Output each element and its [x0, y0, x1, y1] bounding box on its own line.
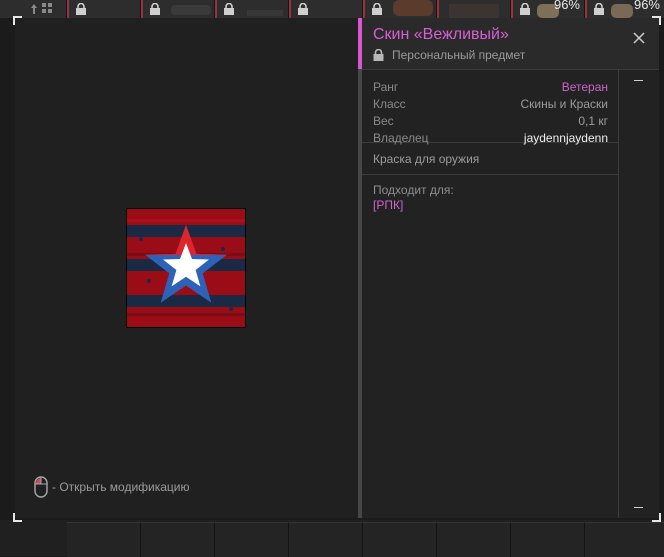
compatible-weapon: [РПК] [373, 198, 404, 212]
stat-label: Класс [373, 97, 406, 111]
lock-icon [520, 3, 530, 15]
skin-star-emblem [127, 209, 245, 327]
lock-icon [373, 49, 384, 61]
personal-item-label: Персональный предмет [392, 48, 526, 62]
compatible-title: Подходит для: [373, 183, 454, 197]
open-modification-hint: - Открыть модификацию [34, 475, 190, 499]
stat-row-class: Класс Скины и Краски [362, 95, 618, 112]
close-icon[interactable] [631, 30, 647, 46]
item-thumbnail [611, 4, 633, 18]
description-text: Краска для оружия [373, 152, 480, 166]
frame-corner [652, 16, 661, 25]
stat-row-weight: Вес 0,1 кг [362, 112, 618, 129]
slot-marker [141, 0, 143, 18]
item-thumbnail [247, 10, 283, 16]
frame-corner [652, 513, 661, 522]
grid-icon [31, 3, 52, 14]
inventory-slot[interactable] [585, 522, 664, 557]
durability-percent: 96% [633, 0, 660, 12]
inventory-slot[interactable] [289, 0, 363, 18]
scroll-down-icon[interactable] [634, 507, 643, 508]
info-scrollbar[interactable] [618, 70, 660, 518]
stat-label: Ранг [373, 80, 399, 94]
lock-icon [298, 3, 308, 15]
mouse-icon [34, 476, 48, 498]
item-stats: Ранг Ветеран Класс Скины и Краски Вес 0,… [362, 70, 618, 145]
inventory-slot[interactable] [141, 0, 215, 18]
slot-marker [511, 0, 513, 18]
item-info-panel: Скин «Вежливый» Персональный предмет Ран… [362, 18, 659, 518]
slot-marker [363, 0, 365, 18]
item-thumbnail [393, 0, 433, 16]
lock-icon [76, 3, 86, 15]
inventory-slot[interactable] [511, 522, 585, 557]
lock-icon [372, 3, 382, 15]
inventory-slot[interactable] [437, 522, 511, 557]
lock-icon [150, 3, 160, 15]
slot-marker [215, 0, 217, 18]
inventory-slot[interactable] [67, 0, 141, 18]
item-title: Скин «Вежливый» [373, 26, 509, 43]
inventory-slot[interactable] [215, 522, 289, 557]
lock-icon [224, 3, 234, 15]
durability-percent: 96% [553, 0, 580, 12]
slot-marker [585, 0, 587, 18]
stat-label: Вес [373, 114, 394, 128]
inventory-slot[interactable] [0, 0, 67, 18]
hint-text: - Открыть модификацию [52, 480, 190, 494]
frame-corner [13, 16, 22, 25]
lock-icon [594, 3, 604, 15]
inventory-slot[interactable] [437, 0, 511, 18]
inventory-top-strip: 96% 96% [0, 0, 664, 18]
slot-marker [289, 0, 291, 18]
item-description: Краска для оружия [362, 143, 618, 175]
inventory-slot[interactable] [215, 0, 289, 18]
inventory-slot[interactable] [363, 0, 437, 18]
stat-value: Ветеран [561, 80, 608, 94]
stat-row-rank: Ранг Ветеран [362, 78, 618, 95]
inventory-slot[interactable] [363, 522, 437, 557]
item-thumbnail [171, 5, 211, 15]
stat-value: Скины и Краски [520, 97, 608, 111]
stat-value: 0,1 кг [578, 114, 608, 128]
item-subtitle: Персональный предмет [373, 48, 525, 62]
item-header: Скин «Вежливый» Персональный предмет [362, 18, 659, 70]
inventory-slot[interactable] [67, 522, 141, 557]
item-thumbnail [449, 4, 499, 18]
slot-marker [437, 0, 439, 18]
skin-preview-image [126, 208, 246, 328]
slot-marker [67, 0, 69, 18]
item-details: Ранг Ветеран Класс Скины и Краски Вес 0,… [362, 70, 618, 212]
scroll-up-icon[interactable] [634, 80, 643, 81]
item-compatibility: Подходит для: [РПК] [362, 175, 618, 212]
frame-corner [13, 513, 22, 522]
inventory-slot[interactable]: 96% [511, 0, 585, 18]
inventory-slot[interactable] [141, 522, 215, 557]
inventory-slot[interactable] [289, 522, 363, 557]
